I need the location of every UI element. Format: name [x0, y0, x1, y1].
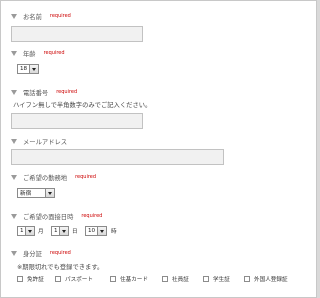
chevron-down-icon	[25, 227, 34, 235]
chevron-down-icon	[45, 189, 54, 197]
checkbox[interactable]	[244, 276, 250, 282]
bullet-triangle-icon	[11, 250, 17, 256]
interview-day-select[interactable]: 1	[51, 226, 69, 236]
location-required-badge: required	[75, 174, 97, 180]
bullet-triangle-icon	[11, 213, 17, 219]
id-card-required-badge: required	[49, 250, 71, 256]
age-select-value: 18	[20, 66, 28, 72]
checkbox[interactable]	[110, 276, 116, 282]
application-form: お名前 required 年齢 required 18 電話番号 require…	[0, 0, 317, 298]
id-option-label: 社員証	[172, 277, 189, 283]
name-required-badge: required	[49, 13, 71, 19]
age-label: 年齢	[23, 50, 36, 58]
location-label-row: ご希望の勤務地 required	[11, 172, 96, 182]
bullet-triangle-icon	[11, 89, 17, 95]
age-select[interactable]: 18	[17, 64, 39, 74]
checkbox[interactable]	[203, 276, 209, 282]
id-option-label: 免許証	[27, 277, 44, 283]
age-required-badge: required	[43, 50, 65, 56]
id-card-label-row: 身分証 required	[11, 248, 71, 258]
checkbox[interactable]	[17, 276, 23, 282]
phone-note: ハイフン無しで半角数字のみでご記入ください。	[13, 102, 152, 109]
name-input[interactable]	[11, 26, 143, 42]
id-option-label: パスポート	[65, 277, 93, 283]
bullet-triangle-icon	[11, 138, 17, 144]
name-label-row: お名前 required	[11, 11, 71, 21]
id-option-employee-id[interactable]: 社員証	[162, 275, 189, 283]
interview-hour-select[interactable]: 10	[85, 226, 107, 236]
phone-input[interactable]	[11, 113, 143, 129]
id-option-resident-card[interactable]: 住基カード	[110, 275, 148, 283]
hour-unit-label: 時	[111, 229, 117, 235]
bullet-triangle-icon	[11, 13, 17, 19]
chevron-down-icon	[59, 227, 68, 235]
email-label: メールアドレス	[23, 138, 68, 146]
email-input[interactable]	[11, 149, 224, 165]
id-option-alien-registration[interactable]: 外国人登録証	[244, 275, 288, 283]
id-option-passport[interactable]: パスポート	[55, 275, 93, 283]
phone-label: 電話番号	[23, 89, 49, 97]
phone-required-badge: required	[56, 89, 78, 95]
chevron-down-icon	[97, 227, 106, 235]
month-unit-label: 月	[38, 229, 44, 235]
checkbox[interactable]	[162, 276, 168, 282]
id-option-student-id[interactable]: 学生証	[203, 275, 230, 283]
id-option-license[interactable]: 免許証	[17, 275, 44, 283]
interview-required-badge: required	[81, 213, 103, 219]
checkbox[interactable]	[55, 276, 61, 282]
interview-label: ご希望の面接日時	[23, 213, 74, 221]
id-option-label: 外国人登録証	[254, 277, 288, 283]
bullet-triangle-icon	[11, 174, 17, 180]
id-card-note: ※期限切れでも登録できます。	[17, 264, 104, 271]
name-label: お名前	[23, 13, 42, 21]
location-label: ご希望の勤務地	[23, 174, 68, 182]
interview-month-select[interactable]: 1	[17, 226, 35, 236]
interview-day-value: 1	[54, 228, 58, 234]
phone-label-row: 電話番号 required	[11, 87, 77, 97]
interview-label-row: ご希望の面接日時 required	[11, 211, 102, 221]
interview-month-value: 1	[20, 228, 24, 234]
location-select-value: 新宿	[20, 191, 32, 197]
day-unit-label: 日	[72, 229, 78, 235]
id-option-label: 学生証	[213, 277, 230, 283]
id-option-label: 住基カード	[120, 277, 148, 283]
chevron-down-icon	[29, 65, 38, 73]
id-card-label: 身分証	[23, 250, 42, 258]
location-select[interactable]: 新宿	[17, 188, 55, 198]
interview-hour-value: 10	[88, 228, 96, 234]
bullet-triangle-icon	[11, 50, 17, 56]
email-label-row: メールアドレス	[11, 136, 67, 146]
age-label-row: 年齢 required	[11, 48, 65, 58]
